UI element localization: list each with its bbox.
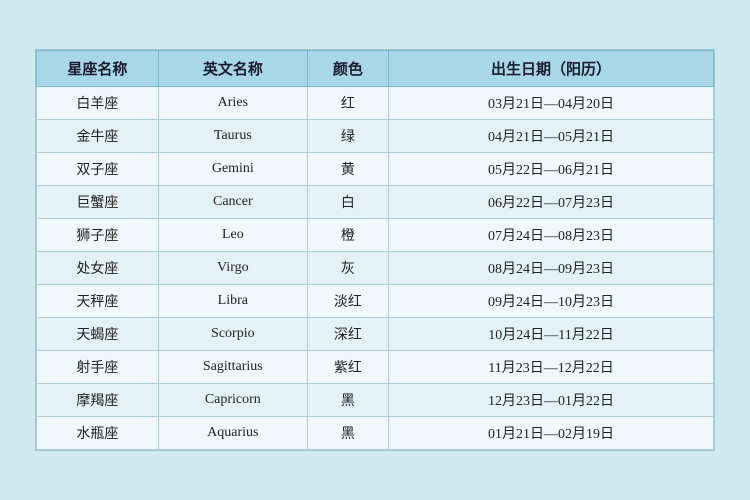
cell-color: 橙 <box>307 219 388 252</box>
table-row: 巨蟹座Cancer白06月22日—07月23日 <box>37 186 714 219</box>
header-chinese: 星座名称 <box>37 51 159 87</box>
table-row: 摩羯座Capricorn黑12月23日—01月22日 <box>37 384 714 417</box>
table-row: 水瓶座Aquarius黑01月21日—02月19日 <box>37 417 714 450</box>
cell-chinese: 摩羯座 <box>37 384 159 417</box>
cell-date: 07月24日—08月23日 <box>389 219 714 252</box>
cell-english: Scorpio <box>158 318 307 351</box>
table-header-row: 星座名称 英文名称 颜色 出生日期（阳历） <box>37 51 714 87</box>
cell-color: 黑 <box>307 417 388 450</box>
cell-chinese: 射手座 <box>37 351 159 384</box>
table-row: 处女座Virgo灰08月24日—09月23日 <box>37 252 714 285</box>
cell-chinese: 金牛座 <box>37 120 159 153</box>
header-english: 英文名称 <box>158 51 307 87</box>
zodiac-table: 星座名称 英文名称 颜色 出生日期（阳历） 白羊座Aries红03月21日—04… <box>36 50 714 450</box>
cell-date: 08月24日—09月23日 <box>389 252 714 285</box>
header-date: 出生日期（阳历） <box>389 51 714 87</box>
cell-date: 10月24日—11月22日 <box>389 318 714 351</box>
cell-english: Taurus <box>158 120 307 153</box>
cell-color: 绿 <box>307 120 388 153</box>
table-row: 双子座Gemini黄05月22日—06月21日 <box>37 153 714 186</box>
cell-date: 12月23日—01月22日 <box>389 384 714 417</box>
cell-date: 04月21日—05月21日 <box>389 120 714 153</box>
cell-date: 03月21日—04月20日 <box>389 87 714 120</box>
cell-chinese: 处女座 <box>37 252 159 285</box>
cell-chinese: 天蝎座 <box>37 318 159 351</box>
cell-english: Aries <box>158 87 307 120</box>
cell-color: 红 <box>307 87 388 120</box>
table-row: 天蝎座Scorpio深红10月24日—11月22日 <box>37 318 714 351</box>
cell-chinese: 巨蟹座 <box>37 186 159 219</box>
cell-color: 深红 <box>307 318 388 351</box>
cell-color: 紫红 <box>307 351 388 384</box>
table-row: 白羊座Aries红03月21日—04月20日 <box>37 87 714 120</box>
cell-english: Gemini <box>158 153 307 186</box>
cell-color: 白 <box>307 186 388 219</box>
cell-english: Sagittarius <box>158 351 307 384</box>
cell-english: Libra <box>158 285 307 318</box>
cell-color: 灰 <box>307 252 388 285</box>
cell-date: 01月21日—02月19日 <box>389 417 714 450</box>
cell-color: 淡红 <box>307 285 388 318</box>
cell-chinese: 天秤座 <box>37 285 159 318</box>
table-row: 射手座Sagittarius紫红11月23日—12月22日 <box>37 351 714 384</box>
cell-date: 11月23日—12月22日 <box>389 351 714 384</box>
cell-color: 黑 <box>307 384 388 417</box>
cell-english: Capricorn <box>158 384 307 417</box>
cell-color: 黄 <box>307 153 388 186</box>
cell-english: Aquarius <box>158 417 307 450</box>
cell-date: 06月22日—07月23日 <box>389 186 714 219</box>
cell-chinese: 双子座 <box>37 153 159 186</box>
table-row: 金牛座Taurus绿04月21日—05月21日 <box>37 120 714 153</box>
cell-english: Cancer <box>158 186 307 219</box>
table-row: 天秤座Libra淡红09月24日—10月23日 <box>37 285 714 318</box>
table-row: 狮子座Leo橙07月24日—08月23日 <box>37 219 714 252</box>
cell-chinese: 水瓶座 <box>37 417 159 450</box>
cell-date: 09月24日—10月23日 <box>389 285 714 318</box>
zodiac-table-container: 星座名称 英文名称 颜色 出生日期（阳历） 白羊座Aries红03月21日—04… <box>35 49 715 451</box>
cell-english: Virgo <box>158 252 307 285</box>
cell-chinese: 狮子座 <box>37 219 159 252</box>
header-color: 颜色 <box>307 51 388 87</box>
cell-date: 05月22日—06月21日 <box>389 153 714 186</box>
cell-english: Leo <box>158 219 307 252</box>
cell-chinese: 白羊座 <box>37 87 159 120</box>
